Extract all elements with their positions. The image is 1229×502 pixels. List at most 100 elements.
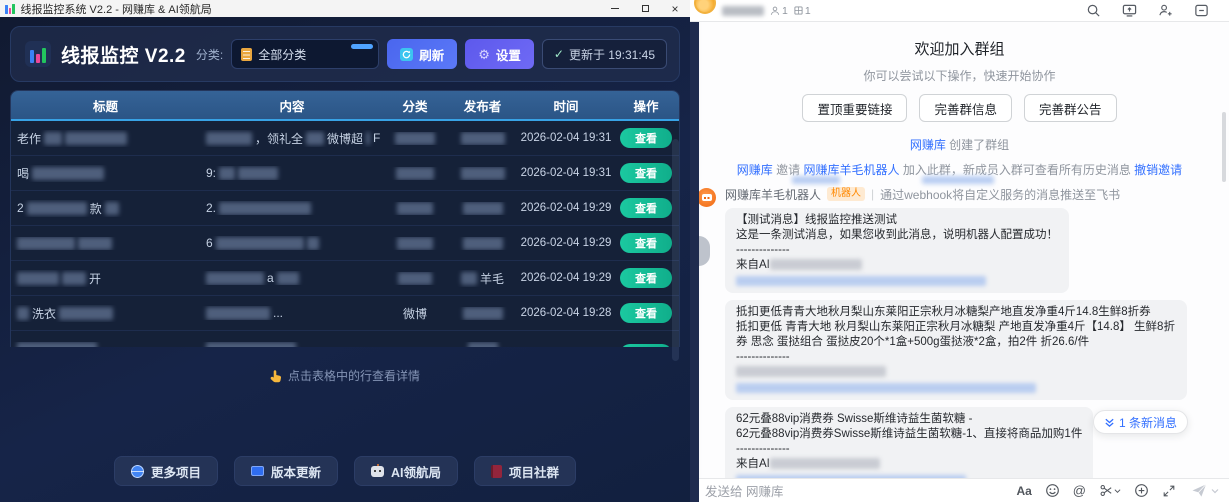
close-button[interactable]: ×: [660, 0, 690, 17]
system-link[interactable]: 网赚库羊毛机器人: [803, 163, 899, 177]
redacted-text: [736, 383, 1036, 393]
thread-count-badge[interactable]: 1: [794, 5, 811, 17]
text-fragment: ...: [273, 306, 283, 320]
cell-time: 2026-02-04 19:28: [519, 307, 613, 319]
emoji-icon[interactable]: [1045, 483, 1060, 498]
cell-time: 2026-02-04 19:29: [519, 237, 613, 249]
last-updated-badge: ✓ 更新于 19:31:45: [542, 39, 667, 69]
table-row[interactable]: 老作，领礼全微博超F2026-02-04 19:31查看: [11, 121, 679, 156]
message-input-placeholder[interactable]: 发送给 网赚库: [705, 481, 783, 500]
book-icon: [491, 465, 502, 478]
refresh-label: 刷新: [419, 45, 444, 64]
cell-category: [384, 132, 446, 145]
last-updated-text: 更新于 19:31:45: [569, 46, 655, 63]
message-input-bar[interactable]: 发送给 网赚库 Aa @: [690, 478, 1229, 502]
bubble-line: 抵扣更低青青大地秋月梨山东莱阳正宗秋月冰糖梨产地直发净重4斤14.8生鲜8折券: [736, 305, 1176, 320]
view-button[interactable]: 查看: [620, 198, 672, 218]
table-row[interactable]: 开a羊毛2026-02-04 19:29查看: [11, 261, 679, 296]
table-row[interactable]: 6 2026-02-04 19:29 查看: [11, 226, 679, 261]
add-member-icon[interactable]: [1158, 3, 1173, 18]
welcome-action-button[interactable]: 置顶重要链接: [802, 94, 907, 122]
project-community-button[interactable]: 项目社群: [474, 456, 576, 486]
column-header: 时间: [519, 91, 613, 119]
system-text: 创建了群组: [946, 138, 1009, 152]
welcome-action-button[interactable]: 完善群信息: [919, 94, 1012, 122]
redacted-text: [770, 259, 862, 270]
redacted-text: [219, 167, 235, 180]
chat-scrollbar[interactable]: [1222, 112, 1226, 182]
cell-content: 9:: [200, 166, 384, 180]
cell-content: 6: [200, 236, 384, 250]
text-fragment: 2: [17, 201, 24, 215]
more-projects-button[interactable]: 更多项目: [114, 456, 218, 486]
member-count-badge[interactable]: 1: [770, 5, 788, 17]
redacted-text: [17, 272, 59, 285]
cell-publisher: [446, 167, 519, 180]
redacted-text: [397, 202, 433, 215]
search-icon[interactable]: [1086, 3, 1101, 18]
double-chevron-down-icon: [1104, 417, 1115, 428]
cell-category: [384, 237, 446, 250]
table-row[interactable]: 2款2.2026-02-04 19:29查看: [11, 191, 679, 226]
system-link[interactable]: 撤销邀请: [1134, 163, 1182, 177]
cell-publisher: [446, 132, 519, 145]
settings-label: 设置: [496, 45, 521, 64]
redacted-text: [277, 272, 299, 285]
expand-icon[interactable]: [1162, 484, 1176, 498]
view-button[interactable]: 查看: [620, 233, 672, 253]
select-indicator: [351, 44, 373, 49]
group-avatar[interactable]: [694, 0, 716, 14]
send-button[interactable]: [1191, 483, 1219, 498]
attach-plus-icon[interactable]: [1134, 483, 1149, 498]
category-select[interactable]: 全部分类: [231, 39, 379, 69]
cell-publisher: [446, 307, 519, 320]
redacted-text: [736, 276, 986, 286]
table-scrollbar[interactable]: [672, 139, 679, 361]
maximize-button[interactable]: [630, 0, 660, 17]
welcome-action-button[interactable]: 完善群公告: [1024, 94, 1117, 122]
table-row[interactable]: 查看: [11, 331, 679, 347]
table-hint: 点击表格中的行查看详情: [10, 367, 680, 384]
view-button[interactable]: 查看: [620, 268, 672, 288]
new-message-pill[interactable]: 1 条新消息: [1093, 410, 1188, 434]
chat-body: 欢迎加入群组 你可以尝试以下操作，快速开始协作 置顶重要链接完善群信息完善群公告…: [690, 22, 1229, 478]
redacted-patch: [792, 176, 840, 184]
cell-publisher: [446, 237, 519, 250]
redacted-text: [17, 342, 97, 348]
screenshot-scissors-icon[interactable]: [1099, 483, 1121, 498]
view-button[interactable]: 查看: [620, 344, 672, 347]
ai-bureau-button[interactable]: AI领航局: [354, 456, 458, 486]
system-link[interactable]: 网赚库: [910, 138, 946, 152]
settings-button[interactable]: ⚙ 设置: [465, 39, 534, 69]
view-button[interactable]: 查看: [620, 163, 672, 183]
monitor-icon: [251, 466, 264, 476]
new-message-text: 1 条新消息: [1119, 414, 1177, 431]
redacted-patch: [922, 176, 994, 184]
mention-icon[interactable]: @: [1073, 483, 1086, 498]
grid-icon: [794, 6, 803, 15]
system-link[interactable]: 网赚库: [737, 163, 773, 177]
view-button[interactable]: 查看: [620, 128, 672, 148]
cell-title: 老作: [11, 130, 200, 147]
minimize-button[interactable]: [600, 0, 630, 17]
cell-category: [384, 272, 446, 285]
table-row[interactable]: 喝9:2026-02-04 19:31查看: [11, 156, 679, 191]
window-title: 线报监控系统 V2.2 - 网赚库 & AI领航局: [21, 1, 212, 17]
cell-content: ...: [200, 306, 384, 320]
redacted-text: [17, 307, 29, 320]
font-style-icon[interactable]: Aa: [1016, 484, 1031, 498]
person-icon: [770, 6, 780, 16]
group-name-redacted: [722, 6, 764, 16]
cell-title: 喝: [11, 165, 200, 182]
bot-avatar[interactable]: [697, 188, 716, 207]
screen-share-icon[interactable]: [1122, 3, 1137, 18]
welcome-title: 欢迎加入群组: [690, 38, 1229, 59]
table-row[interactable]: 洗衣...微博2026-02-04 19:28查看: [11, 296, 679, 331]
view-button[interactable]: 查看: [620, 303, 672, 323]
redacted-text: [238, 167, 278, 180]
more-panel-icon[interactable]: [1194, 3, 1209, 18]
version-update-button[interactable]: 版本更新: [234, 456, 338, 486]
refresh-button[interactable]: 刷新: [387, 39, 457, 69]
send-options-caret-icon: [1211, 488, 1219, 494]
bubble-line: --------------: [736, 243, 1058, 258]
